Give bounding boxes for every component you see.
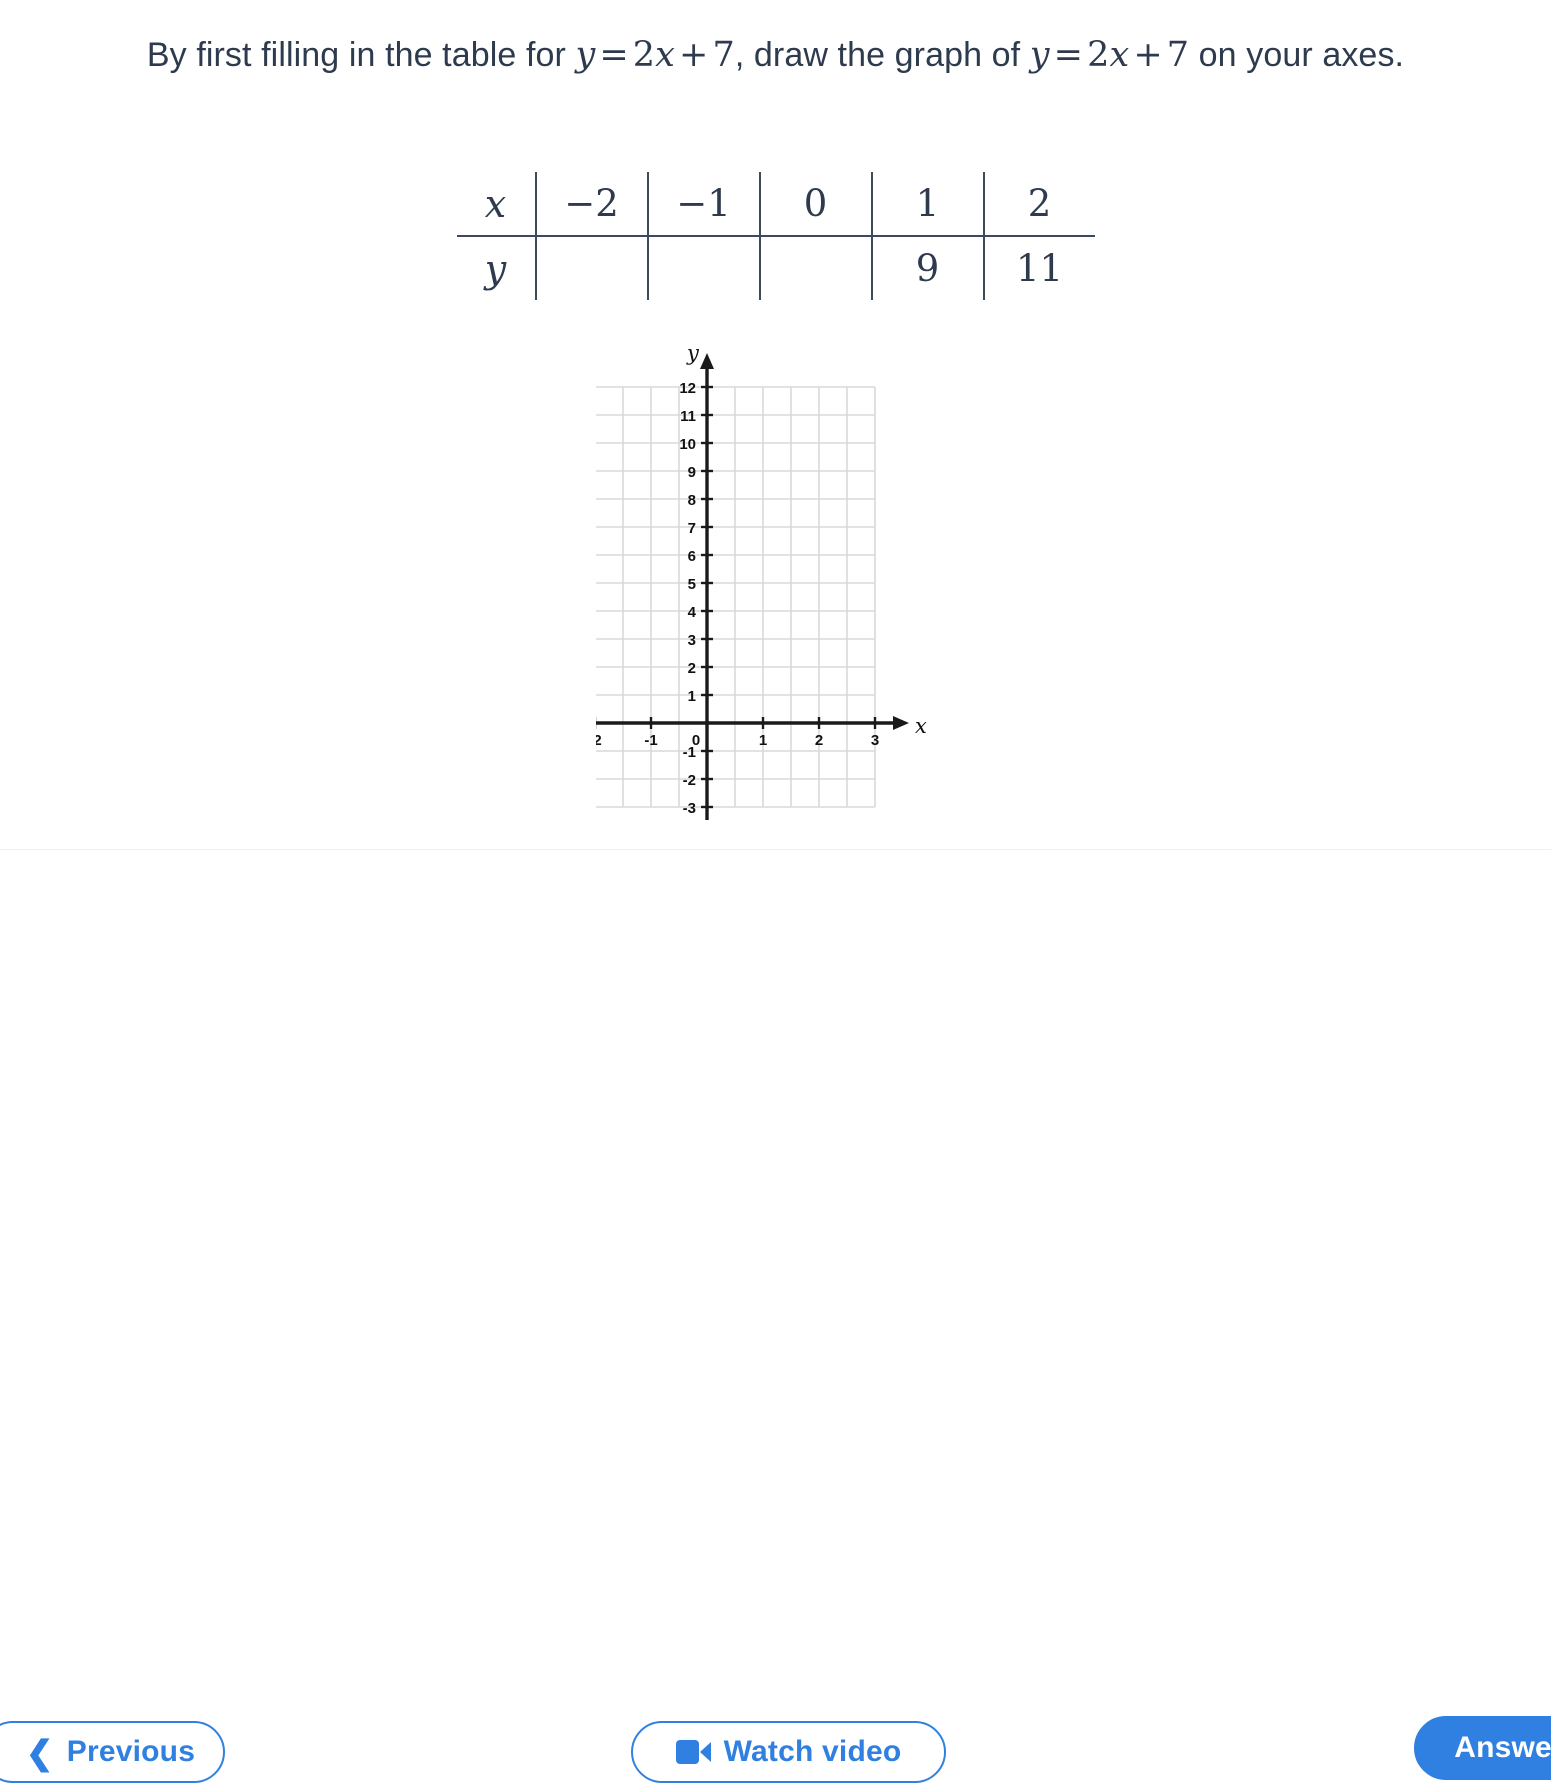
table-row-y: y 9 11 <box>457 236 1095 300</box>
graph-canvas[interactable]: -2-10123121110987654321-1-2-3xy <box>595 340 956 830</box>
svg-text:8: 8 <box>687 492 695 509</box>
graph-area: -2-10123121110987654321-1-2-3xy <box>0 340 1551 830</box>
table-cell-x-1: −1 <box>646 172 760 237</box>
svg-text:3: 3 <box>870 732 878 749</box>
watch-video-button[interactable]: Watch video <box>631 1721 946 1783</box>
svg-text:1: 1 <box>687 688 695 705</box>
table-cell-y-1[interactable] <box>646 236 760 300</box>
previous-button[interactable]: ❮ Previous <box>0 1721 225 1783</box>
question-text: By first filling in the table for y = 2x +7… <box>0 28 1551 83</box>
answer-button-label: Answer <box>1454 1731 1551 1764</box>
svg-text:11: 11 <box>680 408 696 425</box>
table-cell-y-3[interactable]: 9 <box>870 236 984 300</box>
equation-2: y = 2x +7 <box>1029 35 1190 75</box>
answer-button[interactable]: Answer <box>1414 1716 1551 1780</box>
values-table-wrapper: x −2 −1 0 1 2 y 9 11 <box>0 172 1551 300</box>
svg-text:-3: -3 <box>682 800 695 817</box>
table-cell-y-2[interactable] <box>758 236 872 300</box>
table-row-y-label: y <box>484 246 507 291</box>
svg-text:2: 2 <box>687 660 695 677</box>
table-row-x-label: x <box>456 172 536 237</box>
table-cell-y-0[interactable] <box>534 236 648 300</box>
equation-1: y = 2x +7 <box>575 35 735 75</box>
question-suffix: on your axes. <box>1189 36 1405 74</box>
table-cell-x-2: 0 <box>758 172 872 237</box>
chevron-left-icon: ❮ <box>25 1733 54 1771</box>
previous-button-label: Previous <box>66 1735 196 1768</box>
question-middle: , draw the graph of <box>734 36 1030 74</box>
table-cell-x-3: 1 <box>870 172 984 237</box>
svg-text:10: 10 <box>679 436 696 453</box>
svg-text:5: 5 <box>687 576 695 593</box>
svg-text:-1: -1 <box>682 744 695 761</box>
question-prefix: By first filling in the table for <box>146 36 576 74</box>
watch-video-button-label: Watch video <box>723 1735 902 1768</box>
svg-text:1: 1 <box>758 732 766 749</box>
svg-text:12: 12 <box>679 380 696 397</box>
video-camera-icon <box>675 1740 711 1764</box>
table-cell-x-0: −2 <box>534 172 648 237</box>
question-area: By first filling in the table for y = 2x +7… <box>0 0 1551 83</box>
values-table: x −2 −1 0 1 2 y 9 11 <box>456 172 1095 300</box>
svg-text:4: 4 <box>687 604 696 621</box>
svg-text:7: 7 <box>687 520 695 537</box>
svg-text:2: 2 <box>814 732 822 749</box>
table-row-x: x −2 −1 0 1 2 <box>456 172 1095 237</box>
svg-text:x: x <box>915 714 927 738</box>
svg-text:y: y <box>686 341 700 365</box>
svg-text:9: 9 <box>687 464 695 481</box>
footer-bar: ❮ Previous Watch video Answer <box>0 850 1551 1783</box>
coordinate-grid-svg[interactable]: -2-10123121110987654321-1-2-3xy <box>595 340 956 830</box>
svg-text:-2: -2 <box>596 732 602 749</box>
table-cell-y-4[interactable]: 11 <box>982 236 1095 300</box>
svg-text:6: 6 <box>687 548 695 565</box>
svg-text:-2: -2 <box>682 772 695 789</box>
svg-text:-1: -1 <box>644 732 657 749</box>
table-cell-x-4: 2 <box>982 172 1095 237</box>
svg-text:3: 3 <box>687 632 695 649</box>
